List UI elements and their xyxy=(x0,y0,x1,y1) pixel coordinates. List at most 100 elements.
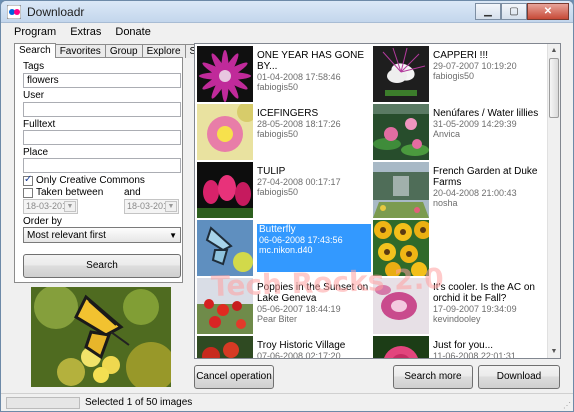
date-to-picker[interactable]: 18-03-2010 ▼ xyxy=(124,199,179,214)
tab-favorites[interactable]: Favorites xyxy=(54,44,106,58)
result-info: ONE YEAR HAS GONE BY... 01-04-2008 17:58:… xyxy=(257,50,371,92)
result-thumbnail[interactable] xyxy=(373,336,429,359)
window-title: Downloadr xyxy=(27,5,85,19)
search-button[interactable]: Search xyxy=(23,254,181,278)
result-item[interactable]: Nenúfares / Water lillies 31-05-2009 14:2… xyxy=(373,104,549,160)
menu-donate[interactable]: Donate xyxy=(108,23,157,42)
result-date: 01-04-2008 17:58:46 xyxy=(257,72,341,82)
result-thumbnail[interactable] xyxy=(373,46,429,102)
place-input[interactable] xyxy=(23,158,181,173)
tab-explore[interactable]: Explore xyxy=(141,44,186,58)
order-by-value: Most relevant first xyxy=(27,230,106,241)
tags-input[interactable]: flowers xyxy=(23,73,181,88)
result-user: fabiogis50 xyxy=(257,82,299,92)
calendar-dropdown-icon[interactable]: ▼ xyxy=(165,201,177,212)
result-item[interactable]: Butterfly 06-06-2008 17:43:56 mc.nikon.d40 xyxy=(197,220,373,276)
result-item[interactable]: It's cooler. Is the AC on orchid it be F… xyxy=(373,278,549,334)
result-title: Troy Historic Village xyxy=(257,340,346,351)
result-title: TULIP xyxy=(257,166,286,177)
result-title: French Garden at Duke Farms xyxy=(433,166,538,188)
calendar-dropdown-icon[interactable]: ▼ xyxy=(64,201,76,212)
app-window: Downloadr ▁ ▢ ✕ Program Extras Donate Se… xyxy=(0,0,574,412)
result-date: 11-06-2008 22:01:31 xyxy=(433,351,516,359)
result-date: 20-04-2008 21:00:43 xyxy=(433,188,517,198)
scroll-down-icon[interactable]: ▼ xyxy=(548,345,560,358)
user-input[interactable] xyxy=(23,102,181,117)
result-item[interactable]: Just for you... 11-06-2008 22:01:31 xyxy=(373,336,549,359)
result-title: Nenúfares / Water lillies xyxy=(433,108,539,119)
result-title: Poppies in the Sunset on Lake Geneva xyxy=(257,282,369,304)
search-tab-body: Tags flowers User Fulltext Place Only Cr… xyxy=(14,57,183,283)
progress-bar xyxy=(6,397,80,409)
result-user: fabiogis50 xyxy=(257,129,299,139)
result-date: 27-04-2008 00:17:17 xyxy=(257,177,341,187)
butterfly-preview-image xyxy=(31,287,171,387)
title-bar: Downloadr ▁ ▢ ✕ xyxy=(1,1,573,23)
fulltext-label: Fulltext xyxy=(23,119,56,130)
result-date: 29-07-2007 10:19:20 xyxy=(433,61,517,71)
close-button[interactable]: ✕ xyxy=(527,3,569,20)
results-grid[interactable]: ONE YEAR HAS GONE BY... 01-04-2008 17:58:… xyxy=(194,43,561,359)
menu-program[interactable]: Program xyxy=(7,23,63,42)
search-panel: Search Favorites Group Explore Set Tags … xyxy=(14,43,210,283)
status-bar: Selected 1 of 50 images ⋰ xyxy=(1,393,573,411)
tab-search[interactable]: Search xyxy=(14,43,56,58)
scroll-up-icon[interactable]: ▲ xyxy=(548,44,560,57)
order-by-select[interactable]: Most relevant first ▼ xyxy=(23,227,181,243)
result-date: 17-09-2007 19:34:09 xyxy=(433,304,517,314)
scrollbar-thumb[interactable] xyxy=(549,58,559,118)
vertical-scrollbar[interactable]: ▲ ▼ xyxy=(547,44,560,358)
taken-between-checkbox[interactable] xyxy=(23,188,33,198)
result-user: mc.nikon.d40 xyxy=(259,245,313,255)
result-user: nosha xyxy=(433,198,458,208)
result-item[interactable]: Poppies in the Sunset on Lake Geneva 05-0… xyxy=(197,278,373,334)
result-thumbnail[interactable] xyxy=(197,162,253,218)
selected-image-preview xyxy=(31,287,171,387)
result-title: Butterfly xyxy=(259,224,296,235)
result-item[interactable]: ONE YEAR HAS GONE BY... 01-04-2008 17:58:… xyxy=(197,46,373,102)
result-thumbnail[interactable] xyxy=(373,278,429,334)
result-date: 07-06-2008 02:17:20 xyxy=(257,351,341,359)
result-item[interactable] xyxy=(373,220,549,276)
only-cc-checkbox[interactable] xyxy=(23,174,33,186)
result-title: CAPPERI !!! xyxy=(433,50,489,61)
result-thumbnail[interactable] xyxy=(373,162,429,218)
download-selected-button[interactable]: Download selected xyxy=(478,365,560,404)
resize-grip-icon[interactable]: ⋰ xyxy=(563,401,571,410)
maximize-button[interactable]: ▢ xyxy=(501,3,527,20)
menu-extras[interactable]: Extras xyxy=(63,23,108,42)
date-from-picker[interactable]: 18-03-2010 ▼ xyxy=(23,199,78,214)
result-info: TULIP 27-04-2008 00:17:17 fabiogis50 xyxy=(257,166,371,197)
result-item[interactable]: CAPPERI !!! 29-07-2007 10:19:20 fabiogis50 xyxy=(373,46,549,102)
minimize-button[interactable]: ▁ xyxy=(475,3,501,20)
result-user: fabiogis50 xyxy=(257,187,299,197)
tab-strip: Search Favorites Group Explore Set xyxy=(14,43,210,58)
result-thumbnail[interactable] xyxy=(197,104,253,160)
result-thumbnail[interactable] xyxy=(197,278,253,334)
cancel-operation-button[interactable]: Cancel operation xyxy=(194,365,274,389)
fulltext-input[interactable] xyxy=(23,130,181,145)
result-thumbnail[interactable] xyxy=(373,104,429,160)
result-user: Anvica xyxy=(433,129,461,139)
tab-group[interactable]: Group xyxy=(104,44,143,58)
result-title: ONE YEAR HAS GONE BY... xyxy=(257,50,365,72)
result-info: Just for you... 11-06-2008 22:01:31 xyxy=(433,340,547,359)
result-thumbnail[interactable] xyxy=(197,46,253,102)
result-date: 06-06-2008 17:43:56 xyxy=(259,235,343,245)
result-user: fabiogis50 xyxy=(433,71,475,81)
result-item[interactable]: French Garden at Duke Farms 20-04-2008 21… xyxy=(373,162,549,218)
result-info: Poppies in the Sunset on Lake Geneva 05-0… xyxy=(257,282,371,324)
result-info: ICEFINGERS 28-05-2008 18:17:26 fabiogis50 xyxy=(257,108,371,139)
window-controls: ▁ ▢ ✕ xyxy=(475,3,569,20)
result-item[interactable]: TULIP 27-04-2008 00:17:17 fabiogis50 xyxy=(197,162,373,218)
search-more-button[interactable]: Search more xyxy=(393,365,473,389)
result-item[interactable]: ICEFINGERS 28-05-2008 18:17:26 fabiogis50 xyxy=(197,104,373,160)
result-thumbnail[interactable] xyxy=(197,336,253,359)
tags-label: Tags xyxy=(23,61,45,72)
chevron-down-icon: ▼ xyxy=(169,231,177,240)
result-thumbnail[interactable] xyxy=(373,220,429,276)
result-thumbnail[interactable] xyxy=(197,220,253,276)
result-title: Just for you... xyxy=(433,340,494,351)
result-date: 28-05-2008 18:17:26 xyxy=(257,119,341,129)
result-item[interactable]: Troy Historic Village 07-06-2008 02:17:20 xyxy=(197,336,373,359)
